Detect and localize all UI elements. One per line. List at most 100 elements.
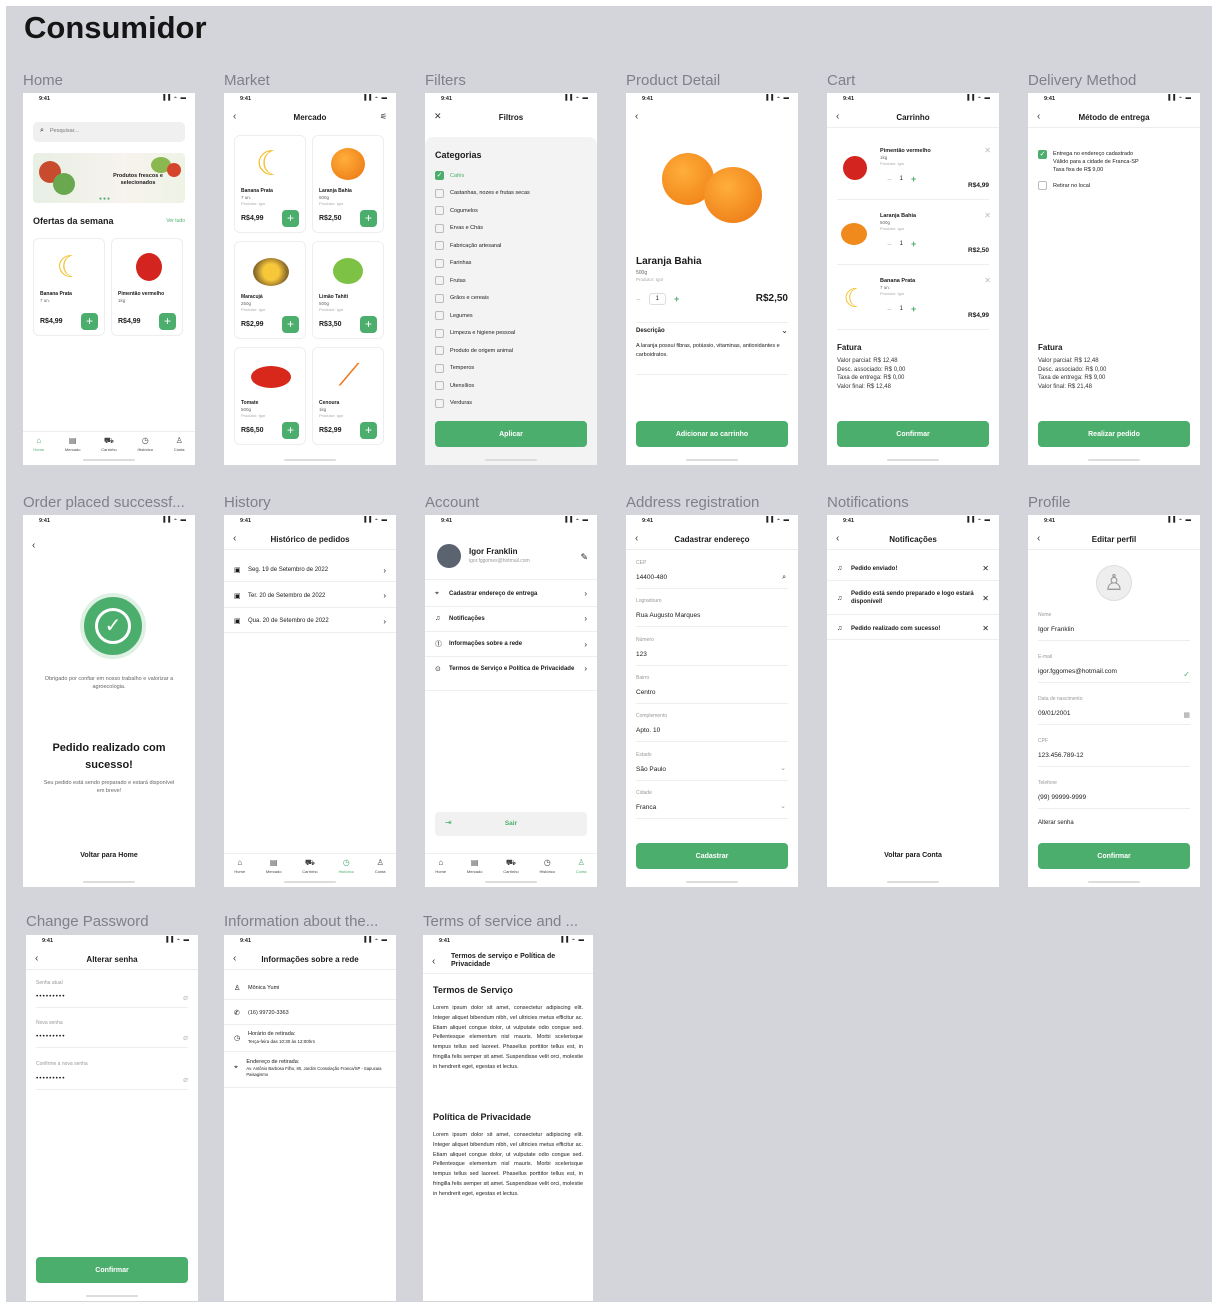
confirm-button[interactable]: Confirmar [1038, 843, 1190, 869]
notification-item[interactable]: ♫ Pedido enviado! ✕ [837, 564, 989, 573]
product-card[interactable]: ☾ Banana Prata 7 un. R$4,99 + [33, 238, 105, 336]
confirm-password-field[interactable]: ••••••••• [36, 1075, 65, 1082]
apply-button[interactable]: Aplicar [435, 421, 587, 447]
product-card[interactable]: ☾ Banana Prata 7 un. Produtor: Igor R$4,99 + [234, 135, 306, 233]
account-menu-item[interactable]: ⌖ Cadastrar endereço de entrega › [435, 589, 587, 598]
register-button[interactable]: Cadastrar [636, 843, 788, 869]
product-card[interactable]: Maracujá 250g Produtor: Igor R$2,99 + [234, 241, 306, 339]
promo-banner[interactable]: Produtos frescos e selecionados ●●● [33, 153, 185, 203]
back-button[interactable]: ‹ [635, 111, 638, 122]
checkbox[interactable] [435, 188, 444, 198]
close-icon[interactable]: ✕ [434, 111, 442, 122]
change-password-link[interactable]: Alterar senha [1038, 820, 1074, 826]
tab-carrinho[interactable]: ⛟ Carrinho [101, 436, 116, 455]
avatar-placeholder-icon[interactable]: ♙ [1096, 565, 1132, 601]
tab-home[interactable]: ⌂ Home [234, 858, 245, 877]
history-item[interactable]: ▣ Qua. 20 de Setembro de 2022 › [234, 614, 386, 628]
close-icon[interactable]: ✕ [982, 564, 989, 573]
field-input[interactable]: (99) 99999-9999 [1038, 794, 1086, 801]
notification-item[interactable]: ♫ Pedido realizado com sucesso! ✕ [837, 624, 989, 633]
tab-mercado[interactable]: ▤ Mercado [467, 858, 483, 877]
field-input[interactable]: igor.fggomes@hotmail.com [1038, 668, 1117, 675]
back-button[interactable]: ‹ [432, 956, 435, 967]
chevron-down-icon[interactable]: ⌄ [781, 326, 788, 335]
checkbox[interactable] [435, 206, 444, 215]
back-button[interactable]: ‹ [1037, 533, 1040, 544]
checkbox[interactable] [435, 346, 444, 355]
chevron-down-icon[interactable]: ⌄ [780, 802, 786, 810]
search-input[interactable]: ⌕ Pesquisar... [33, 122, 185, 142]
remove-icon[interactable]: ✕ [984, 211, 991, 220]
filter-option[interactable]: Ervas e Chás [435, 223, 587, 233]
tab-conta[interactable]: ♙ Conta [576, 858, 587, 877]
history-item[interactable]: ▣ Ter. 20 de Setembro de 2022 › [234, 589, 386, 603]
add-button[interactable]: + [360, 316, 377, 333]
add-button[interactable]: + [159, 313, 176, 330]
filter-option[interactable]: Legumes [435, 311, 587, 320]
back-button[interactable]: ‹ [836, 533, 839, 544]
filter-option[interactable]: ✓ Cafés [435, 171, 587, 180]
quantity-stepper[interactable]: −1 + [887, 239, 916, 249]
logout-button[interactable]: ⇥ Sair [435, 812, 587, 836]
description-label[interactable]: Descrição [636, 328, 665, 334]
calendar-icon[interactable]: ▦ [1183, 711, 1190, 719]
close-icon[interactable]: ✕ [982, 624, 989, 633]
new-password-field[interactable]: ••••••••• [36, 1033, 65, 1040]
account-menu-item[interactable]: ⓵ Informações sobre a rede › [435, 639, 587, 649]
field-input[interactable]: Apto. 10 [636, 727, 660, 734]
field-input[interactable]: 123 [636, 651, 647, 658]
remove-icon[interactable]: ✕ [984, 146, 991, 155]
back-button[interactable]: ‹ [32, 540, 35, 551]
add-button[interactable]: + [81, 313, 98, 330]
filter-option[interactable]: Temperos [435, 363, 587, 373]
checkbox[interactable] [435, 293, 444, 303]
field-input[interactable]: Franca [636, 804, 656, 811]
field-input[interactable]: Rua Augusto Marques [636, 612, 700, 619]
field-input[interactable]: 09/01/2001 [1038, 710, 1071, 717]
quantity-stepper[interactable]: −1 + [887, 304, 916, 314]
tab-home[interactable]: ⌂ Home [435, 858, 446, 877]
add-button[interactable]: + [282, 422, 299, 439]
checkbox[interactable] [435, 328, 444, 338]
account-menu-item[interactable]: ⊙ Termos de Serviço e Política de Privaci… [435, 664, 587, 673]
contact-phone[interactable]: (16) 99720-3363 [248, 1010, 289, 1016]
checkbox[interactable] [435, 258, 444, 268]
tab-home[interactable]: ⌂ Home [33, 436, 44, 455]
filter-option[interactable]: Limpeza e higiene pessoal [435, 328, 587, 338]
filter-option[interactable]: Fabricação artesanal [435, 241, 587, 250]
eye-off-icon[interactable]: ⌀ [183, 993, 188, 1002]
checkbox[interactable] [435, 363, 444, 373]
product-card[interactable]: ⟋ Cenoura 1kg Produtor: Igor R$2,99 + [312, 347, 384, 445]
tab-historico[interactable]: ◷ Histórico [338, 858, 354, 877]
product-card[interactable]: Limão Tahiti 500g Produtor: Igor R$3,50 + [312, 241, 384, 339]
remove-icon[interactable]: ✕ [984, 276, 991, 285]
add-to-cart-button[interactable]: Adicionar ao carrinho [636, 421, 788, 447]
filter-option[interactable]: Utensílios [435, 381, 587, 390]
eye-off-icon[interactable]: ⌀ [183, 1033, 188, 1042]
tab-historico[interactable]: ◷ Histórico [539, 858, 555, 877]
product-card[interactable]: Laranja Bahia 500g Produtor: Igor R$2,50 + [312, 135, 384, 233]
add-button[interactable]: + [282, 210, 299, 227]
eye-off-icon[interactable]: ⌀ [183, 1075, 188, 1084]
filter-option[interactable]: Cogumelos [435, 206, 587, 215]
checkbox[interactable] [435, 276, 444, 285]
back-button[interactable]: ‹ [35, 953, 38, 964]
filter-option[interactable]: Frutas [435, 276, 587, 285]
confirm-button[interactable]: Confirmar [837, 421, 989, 447]
checkbox[interactable] [435, 241, 444, 250]
back-button[interactable]: ‹ [233, 111, 236, 122]
tab-historico[interactable]: ◷ Histórico [137, 436, 153, 455]
carousel-dots[interactable]: ●●● [99, 196, 111, 202]
quantity-stepper[interactable]: −1 + [636, 293, 679, 305]
checkbox[interactable] [435, 311, 444, 320]
checkbox[interactable] [435, 223, 444, 233]
back-button[interactable]: ‹ [836, 111, 839, 122]
place-order-button[interactable]: Realizar pedido [1038, 421, 1190, 447]
account-menu-item[interactable]: ♫ Notificações › [435, 614, 587, 623]
back-account-link[interactable]: Voltar para Conta [827, 852, 999, 859]
filter-option[interactable]: Castanhas, nozes e frutas secas [435, 188, 587, 198]
back-button[interactable]: ‹ [233, 953, 236, 964]
chevron-down-icon[interactable]: ⌄ [780, 764, 786, 772]
notification-item[interactable]: ♫ Pedido está sendo preparado e logo esta… [837, 590, 989, 606]
confirm-button[interactable]: Confirmar [36, 1257, 188, 1283]
